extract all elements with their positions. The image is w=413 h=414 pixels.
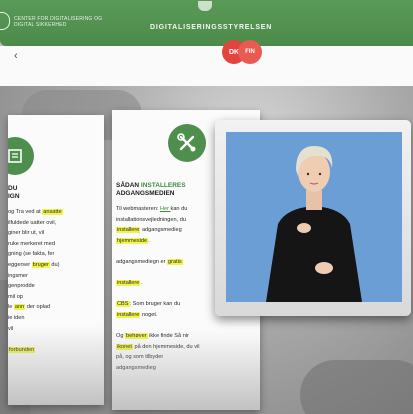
text-fragment: . — [148, 237, 150, 244]
text-fragment: mil op — [8, 293, 23, 300]
text-fragment: ingsmer — [8, 272, 28, 279]
background-blur-shape — [300, 360, 413, 414]
text-line: Til webmasteren: Her kan du — [116, 204, 199, 215]
card-fade — [112, 330, 260, 410]
text-fragment: der oplad — [25, 304, 51, 311]
text-line: mil op — [8, 292, 63, 303]
language-button[interactable]: FIN — [238, 40, 262, 64]
text-line: installere adgangsmedieg — [116, 225, 199, 236]
sign-language-video-player[interactable] — [215, 120, 411, 316]
text-fragment: adgangsmediegn er — [116, 258, 168, 265]
text-line: le ann der oplad — [8, 302, 63, 313]
highlighted-term: ansatte — [42, 209, 63, 215]
text-fragment: ruke merkeret med — [8, 240, 55, 247]
text-line: installationsvejledningen, du — [116, 215, 199, 226]
text-fragment: eggerser — [8, 261, 32, 268]
text-fragment: ved at — [23, 209, 43, 215]
back-arrow-icon[interactable]: ‹ — [14, 50, 18, 62]
text-line: adgangsmediegn er gratis — [116, 257, 199, 268]
text-line: hjemmeside. — [116, 236, 199, 247]
text-line: gning (se fakta, fer — [8, 249, 63, 260]
text-line: installere. — [116, 278, 199, 289]
text-line: CBS: Som bruger kan du — [116, 299, 199, 310]
org-name: CENTER FOR DIGITALISERING OG DIGITAL SIK… — [14, 16, 103, 28]
card-heading: SÅDAN INSTALLERES ADGANGSMEDIEN — [116, 182, 186, 197]
text-line — [116, 268, 199, 279]
text-line: ilfuldede uatter ovil, — [8, 218, 63, 229]
highlighted-term: CBS — [116, 301, 130, 308]
text-line: ruke merkeret med — [8, 239, 63, 250]
text-line: ie iden — [8, 313, 63, 324]
text-fragment: adgangsmedieg — [140, 227, 182, 234]
text-line: og Tra ved at ansatte — [8, 207, 63, 218]
text-fragment: genprodde — [8, 283, 35, 290]
highlighted-term: bruger — [31, 261, 50, 268]
highlighted-term: installere — [116, 280, 141, 287]
info-card-left: DU IGN og Tra ved at ansatte ilfuldede ua… — [8, 115, 104, 405]
card-heading: DU IGN — [8, 185, 20, 200]
crown-icon — [198, 1, 212, 11]
text-fragment: . — [140, 280, 142, 287]
text-line: genprodde — [8, 281, 63, 292]
text-line — [116, 246, 199, 257]
highlighted-term: ann — [13, 304, 26, 311]
document-icon — [8, 137, 34, 175]
sub-navigation-bar — [0, 46, 413, 86]
text-fragment: noget. — [140, 311, 158, 318]
text-fragment: og Tra — [8, 209, 24, 215]
text-fragment: ie iden — [8, 314, 25, 321]
video-frame — [226, 132, 402, 302]
highlighted-term: hjemmeside — [116, 237, 149, 244]
inline-link[interactable]: Her — [160, 206, 171, 212]
text-fragment: installationsvejledningen, du — [116, 216, 186, 223]
text-line: ingsmer — [8, 271, 63, 282]
highlighted-term: gratis — [167, 258, 183, 265]
text-fragment: giner blir ut, vil — [8, 230, 45, 237]
text-line: installere noget. — [116, 310, 199, 321]
text-fragment: Til webmasteren: — [116, 206, 160, 212]
highlighted-term: installere — [116, 227, 141, 234]
site-title[interactable]: DIGITALISERINGSSTYRELSEN — [150, 24, 272, 31]
crest-logo — [0, 12, 10, 30]
interpreter-figure — [266, 146, 362, 302]
text-fragment: : Som bruger kan du — [129, 301, 181, 308]
text-fragment: kan du — [170, 206, 188, 212]
text-fragment: du) — [49, 261, 60, 268]
site-header: CENTER FOR DIGITALISERING OG DIGITAL SIK… — [0, 0, 413, 46]
tools-icon — [168, 124, 206, 162]
highlighted-term: installere — [116, 311, 141, 318]
text-line: giner blir ut, vil — [8, 228, 63, 239]
text-fragment: ilfuldede uatter ovil, — [8, 219, 57, 226]
page: CENTER FOR DIGITALISERING OG DIGITAL SIK… — [0, 0, 413, 414]
card-fade — [8, 325, 104, 405]
text-line — [116, 289, 199, 300]
text-line: eggerser bruger du) — [8, 260, 63, 271]
text-fragment: gning (se fakta, fer — [8, 251, 55, 258]
